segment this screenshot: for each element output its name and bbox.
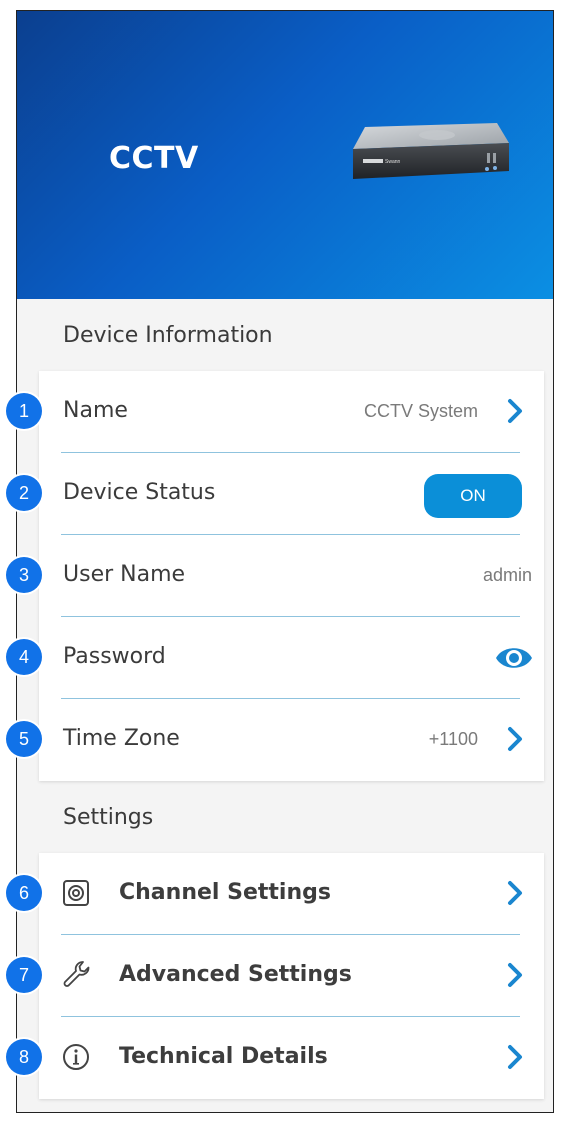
row-advanced-settings[interactable]: Advanced Settings xyxy=(39,935,544,1017)
row-device-status: Device Status ON xyxy=(39,453,544,535)
callout-badge: 2 xyxy=(6,475,42,511)
row-name-label: Name xyxy=(63,398,128,423)
info-icon xyxy=(63,1044,89,1070)
row-user-name-value: admin xyxy=(482,565,532,585)
callout-badge: 7 xyxy=(6,957,42,993)
row-password-label: Password xyxy=(63,644,166,669)
eye-icon[interactable] xyxy=(494,641,534,675)
settings-card: Channel Settings Advanced Settings Techn… xyxy=(39,853,544,1099)
section-title-device-information: Device Information xyxy=(63,323,273,348)
row-time-zone[interactable]: Time Zone +1100 xyxy=(39,699,544,781)
chevron-right-icon[interactable] xyxy=(504,397,526,425)
row-name-value: CCTV System xyxy=(363,401,478,421)
row-channel-settings[interactable]: Channel Settings xyxy=(39,853,544,935)
callout-badge: 3 xyxy=(6,557,42,593)
chevron-right-icon[interactable] xyxy=(504,961,526,989)
dvr-brand-label: Swann xyxy=(385,159,401,165)
row-time-zone-value: +1100 xyxy=(428,729,478,749)
row-technical-details[interactable]: Technical Details xyxy=(39,1017,544,1099)
app-frame: CCTV Swann Device Information Name CCTV … xyxy=(16,10,554,1113)
callout-badge: 6 xyxy=(6,875,42,911)
row-user-name-label: User Name xyxy=(63,562,186,587)
chevron-right-icon[interactable] xyxy=(504,725,526,753)
camera-channel-icon xyxy=(63,880,89,906)
header-title: CCTV xyxy=(109,141,199,176)
row-name[interactable]: Name CCTV System xyxy=(39,371,544,453)
callout-badge: 8 xyxy=(6,1039,42,1075)
row-advanced-settings-label: Advanced Settings xyxy=(119,962,352,987)
row-password: Password xyxy=(39,617,544,699)
wrench-icon xyxy=(63,961,90,987)
row-user-name: User Name admin xyxy=(39,535,544,617)
section-title-settings: Settings xyxy=(63,805,154,830)
callout-badge: 5 xyxy=(6,721,42,757)
row-time-zone-label: Time Zone xyxy=(63,726,180,751)
chevron-right-icon[interactable] xyxy=(504,879,526,907)
dvr-device-image: Swann xyxy=(353,123,509,179)
row-channel-settings-label: Channel Settings xyxy=(119,880,331,905)
row-device-status-label: Device Status xyxy=(63,480,216,505)
device-information-card: Name CCTV System Device Status ON User N… xyxy=(39,371,544,781)
row-technical-details-label: Technical Details xyxy=(119,1044,328,1069)
callout-badge: 4 xyxy=(6,639,42,675)
callout-badge: 1 xyxy=(6,393,42,429)
device-header: CCTV Swann xyxy=(17,11,553,299)
device-status-toggle[interactable]: ON xyxy=(424,474,522,518)
chevron-right-icon[interactable] xyxy=(504,1043,526,1071)
